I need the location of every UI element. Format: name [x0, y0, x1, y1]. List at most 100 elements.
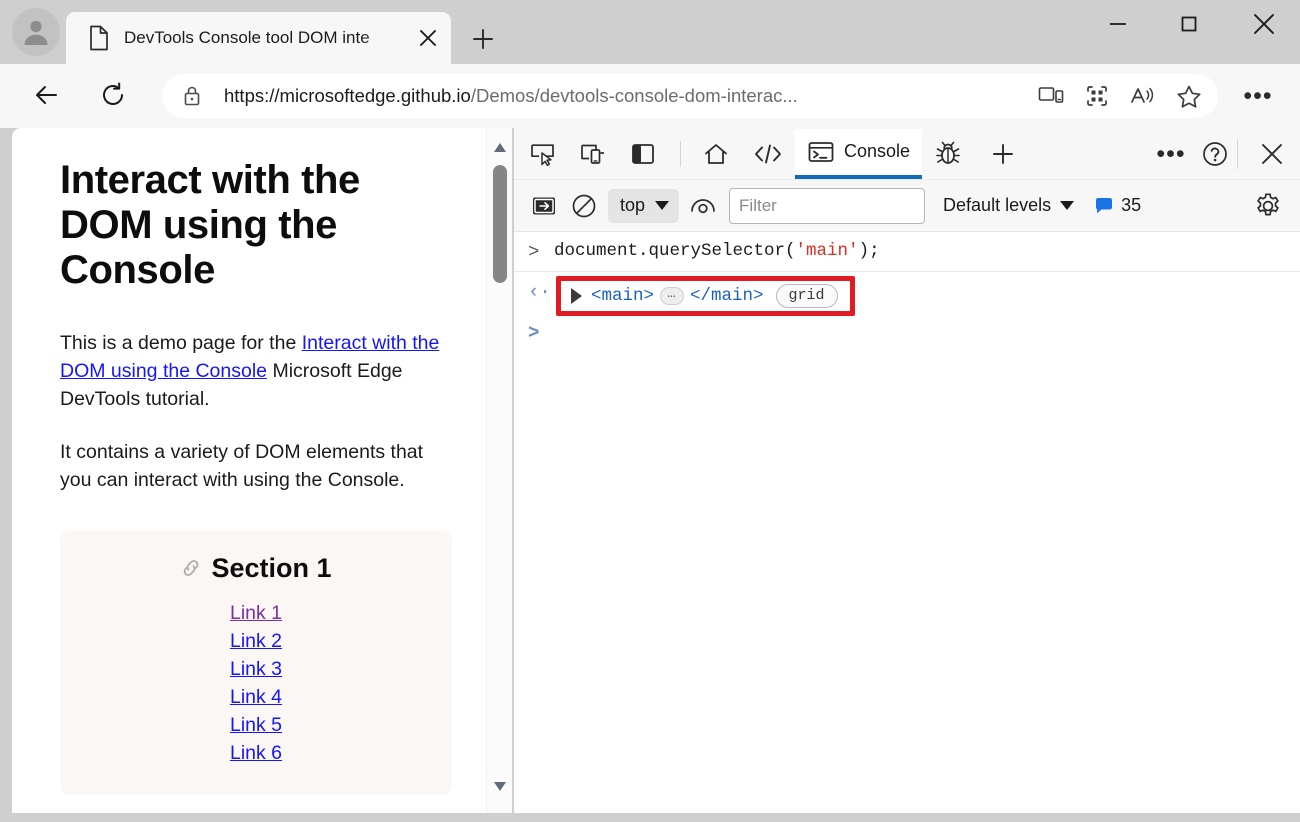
browser-settings-more-button[interactable]: •••: [1238, 78, 1278, 114]
command-part-after: );: [859, 241, 880, 261]
console-prompt-row[interactable]: >: [514, 319, 1300, 349]
toolbar-divider: [680, 141, 681, 167]
close-icon: [1251, 11, 1277, 37]
maximize-icon: [1177, 12, 1201, 36]
grid-badge[interactable]: grid: [776, 284, 838, 308]
cast-to-device-button[interactable]: [1028, 78, 1074, 114]
dock-panel-icon: [630, 142, 656, 166]
window-close-button[interactable]: [1240, 0, 1288, 48]
page-favicon-icon: [88, 25, 110, 51]
devtools-help-button[interactable]: [1193, 134, 1237, 174]
console-sidebar-toggle-button[interactable]: [524, 187, 564, 225]
list-item: Link 3: [60, 658, 452, 681]
list-item: Link 1: [60, 602, 452, 625]
section-link-6[interactable]: Link 6: [230, 742, 282, 764]
section-card: Section 1 Link 1 Link 2 Link 3 Link 4 Li…: [60, 531, 452, 795]
console-result-prompt-icon: ‹·: [528, 281, 554, 304]
bug-icon: [934, 141, 962, 167]
read-aloud-button[interactable]: [1120, 78, 1166, 114]
devtools-more-button[interactable]: •••: [1149, 134, 1193, 174]
console-output-area[interactable]: > document.querySelector('main'); ‹· <ma…: [514, 232, 1300, 813]
browser-essentials-button[interactable]: [1074, 78, 1120, 114]
console-settings-button[interactable]: [1248, 187, 1288, 225]
close-icon: [419, 29, 437, 47]
ellipsis-icon: •••: [1156, 142, 1185, 167]
cast-device-icon: [1038, 85, 1064, 107]
console-icon: [807, 140, 835, 164]
devtools-panel: Console: [514, 128, 1300, 813]
toolbar-divider: [1237, 139, 1238, 169]
new-tab-button[interactable]: [464, 22, 502, 56]
console-context-select[interactable]: top: [608, 189, 679, 223]
eye-icon: [689, 196, 717, 216]
add-favorite-button[interactable]: [1166, 78, 1212, 114]
devtools-tab-console[interactable]: Console: [795, 129, 922, 179]
live-expression-button[interactable]: [683, 187, 723, 225]
person-icon: [19, 15, 53, 49]
reload-button[interactable]: [90, 72, 136, 118]
scrollbar-thumb[interactable]: [493, 165, 507, 283]
console-clear-button[interactable]: [564, 187, 604, 225]
lock-icon: [181, 84, 203, 108]
section-link-4[interactable]: Link 4: [230, 686, 282, 708]
ellipsis-icon: •••: [1243, 84, 1272, 109]
console-message-count-value: 35: [1121, 195, 1141, 216]
devtools-tab-elements[interactable]: [741, 129, 795, 179]
console-prompt-input[interactable]: [554, 322, 1300, 346]
section-link-2[interactable]: Link 2: [230, 630, 282, 652]
chevron-down-icon: [655, 201, 669, 210]
devtools-tab-issues[interactable]: [922, 129, 974, 179]
console-context-value: top: [620, 195, 645, 216]
site-info-lock-button[interactable]: [168, 78, 216, 114]
devtools-tab-home[interactable]: [691, 129, 741, 179]
console-message-count[interactable]: 35: [1094, 195, 1141, 216]
list-item: Link 6: [60, 742, 452, 765]
dock-side-button[interactable]: [622, 134, 664, 174]
console-command-row[interactable]: > document.querySelector('main');: [514, 238, 1300, 272]
star-icon: [1176, 84, 1202, 109]
message-bubble-icon: [1094, 196, 1114, 215]
section-link-5[interactable]: Link 5: [230, 714, 282, 736]
link-anchor-icon[interactable]: [180, 557, 202, 579]
web-page-viewport: Interact with the DOM using the Console …: [12, 128, 512, 813]
sidebar-toggle-icon: [531, 195, 557, 217]
grid-squares-icon: [1085, 84, 1109, 108]
web-page-content: Interact with the DOM using the Console …: [12, 128, 500, 813]
minimize-icon: [1106, 12, 1130, 36]
page-vertical-scrollbar[interactable]: [486, 128, 512, 813]
window-minimize-button[interactable]: [1094, 0, 1142, 48]
home-icon: [703, 142, 729, 166]
back-button[interactable]: [24, 72, 70, 118]
inspect-element-button[interactable]: [522, 134, 564, 174]
command-string-literal: 'main': [796, 241, 859, 261]
url-text[interactable]: https://microsoftedge.github.io/Demos/de…: [216, 85, 1028, 107]
expand-triangle-icon[interactable]: [571, 288, 582, 304]
console-filter-input[interactable]: [729, 188, 925, 224]
address-bar[interactable]: https://microsoftedge.github.io/Demos/de…: [162, 74, 1218, 118]
devtools-tabbar-right-group: •••: [1149, 134, 1294, 174]
section-link-list: Link 1 Link 2 Link 3 Link 4 Link 5 Link …: [60, 602, 452, 765]
browser-tab-title: DevTools Console tool DOM inte: [124, 28, 413, 48]
window-maximize-button[interactable]: [1165, 0, 1213, 48]
tab-close-button[interactable]: [413, 23, 443, 53]
devtools-add-tool-button[interactable]: [982, 134, 1024, 174]
page-title: Interact with the DOM using the Console: [60, 158, 452, 292]
url-host: https://microsoftedge.github.io: [224, 85, 471, 106]
section-link-1[interactable]: Link 1: [230, 602, 282, 624]
console-result-row[interactable]: ‹· <main> … </main> grid: [514, 272, 1300, 319]
device-emulation-button[interactable]: [572, 134, 614, 174]
console-levels-value: Default levels: [943, 195, 1051, 216]
expand-ellipsis-button[interactable]: …: [660, 287, 684, 305]
scrollbar-down-arrow[interactable]: [487, 773, 512, 799]
devtools-close-button[interactable]: [1250, 134, 1294, 174]
browser-tab-active[interactable]: DevTools Console tool DOM inte: [66, 12, 451, 64]
list-item: Link 5: [60, 714, 452, 737]
console-levels-select[interactable]: Default levels: [943, 189, 1074, 223]
profile-avatar-button[interactable]: [12, 8, 60, 56]
triangle-up-icon: [493, 142, 507, 153]
content-area: Interact with the DOM using the Console …: [0, 128, 1300, 822]
console-input-prompt-icon: >: [528, 241, 554, 264]
section-link-3[interactable]: Link 3: [230, 658, 282, 680]
result-annotation-box: <main> … </main> grid: [556, 276, 855, 316]
scrollbar-up-arrow[interactable]: [487, 134, 512, 160]
